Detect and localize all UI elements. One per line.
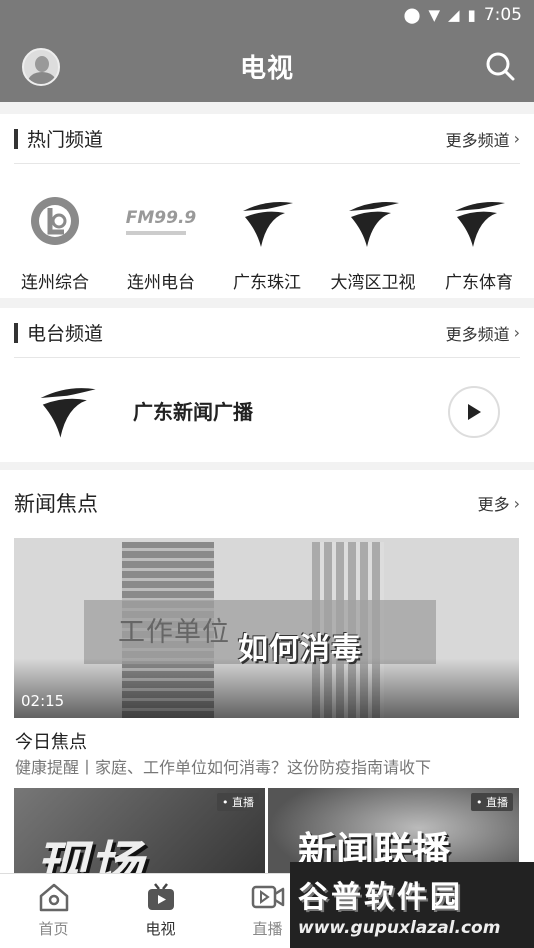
- gdtv-logo-icon: [340, 188, 406, 254]
- play-icon: [468, 404, 481, 420]
- featured-video[interactable]: 工作单位 如何消毒 02:15: [14, 538, 519, 718]
- radio-name: 广东新闻广播: [133, 400, 253, 424]
- gdtv-logo-icon: [40, 388, 96, 438]
- channel-name: 连州电台: [127, 273, 195, 293]
- channel-item[interactable]: FM99.9 连州电台: [108, 164, 214, 293]
- radio-item[interactable]: 广东新闻广播: [0, 358, 534, 464]
- news-title[interactable]: 今日焦点: [15, 728, 87, 754]
- section-title: 新闻焦点: [14, 492, 98, 516]
- watermark-url: www.gupuxlazal.com: [298, 918, 501, 938]
- wifi-icon: ▼: [428, 6, 440, 24]
- live-badge: • 直播: [217, 793, 259, 811]
- signal-icon: ◢: [448, 6, 460, 24]
- chevron-right-icon: ›: [513, 323, 520, 342]
- section-title: 电台频道: [27, 323, 104, 345]
- battery-icon: ▮: [467, 6, 476, 24]
- home-icon: [39, 883, 68, 912]
- page-title: 电视: [239, 53, 294, 84]
- more-channels-link[interactable]: 更多频道 ›: [446, 321, 520, 345]
- section-title: 热门频道: [27, 129, 104, 151]
- live-video-icon: [251, 885, 284, 909]
- channel-name: 广东体育: [445, 273, 513, 293]
- chevron-right-icon: ›: [513, 493, 520, 513]
- video-caption-line1: 工作单位: [118, 617, 230, 648]
- live-badge: • 直播: [471, 793, 513, 811]
- news-focus-section: 新闻焦点 更多 › 工作单位 如何消毒 02:15 今日焦点 健康提醒丨家庭、工…: [0, 470, 534, 888]
- channel-item[interactable]: 连州综合: [2, 164, 108, 293]
- watermark-overlay: 谷普软件园 www.gupuxlazal.com: [290, 862, 534, 948]
- play-button[interactable]: [448, 386, 500, 438]
- gdtv-logo-icon: [234, 188, 300, 254]
- location-icon: ⬤: [403, 6, 421, 24]
- fm-logo-icon: FM99.9: [125, 188, 196, 254]
- news-subtitle: 健康提醒丨家庭、工作单位如何消毒？这份防疫指南请收下: [15, 758, 432, 777]
- channel-name: 大湾区卫视: [330, 273, 416, 293]
- more-channels-link[interactable]: 更多频道 ›: [446, 127, 520, 151]
- search-icon[interactable]: [484, 50, 516, 82]
- chevron-right-icon: ›: [513, 129, 520, 148]
- video-duration: 02:15: [21, 692, 65, 710]
- more-news-link[interactable]: 更多 ›: [478, 491, 520, 515]
- avatar[interactable]: [22, 48, 60, 86]
- channel-name: 广东珠江: [233, 273, 301, 293]
- tab-home[interactable]: 首页: [0, 874, 107, 948]
- channel-item[interactable]: 广东珠江: [214, 164, 320, 293]
- watermark-title: 谷普软件园: [298, 880, 463, 915]
- lianzhou-logo-icon: [22, 188, 88, 254]
- tv-icon: [147, 883, 174, 910]
- channel-item[interactable]: 大湾区卫视: [320, 164, 426, 293]
- app-header: 电视: [0, 30, 534, 102]
- status-bar: ⬤ ▼ ◢ ▮ 7:05: [0, 0, 534, 30]
- channel-item[interactable]: 广东体育: [426, 164, 532, 293]
- hot-channels-section: 热门频道 更多频道 › 连州综合 FM99.9 连州电台 广东珠江 大湾区卫视 …: [0, 114, 534, 298]
- channel-name: 连州综合: [21, 273, 89, 293]
- status-time: 7:05: [483, 5, 522, 25]
- gdtv-logo-icon: [446, 188, 512, 254]
- radio-channels-section: 电台频道 更多频道 › 广东新闻广播: [0, 308, 534, 462]
- tab-tv[interactable]: 电视: [107, 874, 214, 948]
